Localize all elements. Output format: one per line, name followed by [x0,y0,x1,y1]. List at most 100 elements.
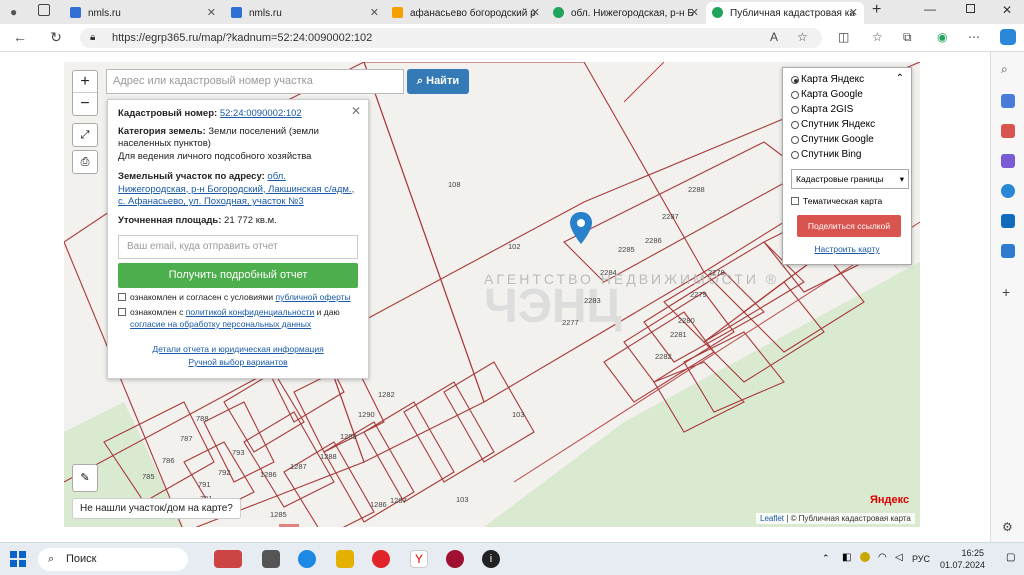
info-app-icon[interactable]: i [482,550,500,568]
offer-consent-checkbox-row[interactable]: ознакомлен и согласен с условиями публич… [118,291,358,303]
layer-option[interactable]: Спутник Bing [791,148,903,163]
tab-2[interactable]: nmls.ru ✕ [225,2,385,24]
tab-actions-icon[interactable] [38,4,50,16]
close-icon[interactable]: ✕ [351,104,361,118]
maximize-icon[interactable] [966,4,975,13]
details-row: Детали отчета и юридическая информация [118,344,358,354]
favorite-star-icon[interactable]: ☆ [797,30,808,44]
send-icon[interactable] [1001,244,1015,258]
close-tab-icon[interactable]: ✕ [531,6,540,19]
extension-icon[interactable]: ◉ [937,30,947,44]
layer-option[interactable]: Спутник Google [791,133,903,148]
address-search-input[interactable]: Адрес или кадастровый номер участка [106,69,404,94]
more-menu-icon[interactable]: ⋯ [968,30,980,44]
copilot-icon[interactable] [1000,29,1016,45]
data-processing-consent-link[interactable]: согласие на обработку персональных данны… [130,319,311,329]
site-favicon-icon [231,7,242,18]
radio-button[interactable] [791,106,799,114]
notification-icon[interactable]: ▢ [1006,552,1015,563]
print-icon[interactable]: ⎙ [72,150,98,174]
lock-icon[interactable]: 🔒︎ [90,28,95,48]
opera-gx-icon[interactable] [446,550,464,568]
tab-3[interactable]: афанасьево богородский р ✕ [386,2,546,24]
checkbox[interactable] [118,308,126,316]
tray-chevron-icon[interactable]: ⌃ [822,553,830,564]
checkbox[interactable] [791,197,799,205]
thematic-map-checkbox-row[interactable]: Тематическая карта [791,195,903,207]
manual-selection-link[interactable]: Ручной выбор вариантов [188,357,287,367]
read-aloud-icon[interactable]: A [770,30,778,44]
minimize-icon[interactable]: — [924,2,936,16]
task-view-icon[interactable] [262,550,280,568]
address-label: Земельный участок по адресу: [118,171,265,182]
games-icon[interactable] [1001,154,1015,168]
not-found-button[interactable]: Не нашли участок/дом на карте? [72,498,241,519]
widget-image-icon[interactable] [214,550,242,568]
split-screen-icon[interactable]: ◫ [838,30,849,44]
refresh-icon[interactable]: ↻ [46,29,66,46]
tab-4[interactable]: обл. Нижегородская, р-н Б ✕ [547,2,705,24]
close-tab-icon[interactable]: ✕ [370,6,379,19]
tray-app-icon-2[interactable] [860,552,870,562]
public-offer-link[interactable]: публичной оферты [276,292,351,302]
collections-icon[interactable]: ⧉ [903,30,912,45]
close-tab-icon[interactable]: ✕ [690,6,699,19]
volume-icon[interactable]: ◁ [895,552,903,563]
shopping-icon[interactable] [1001,124,1015,138]
outlook-icon[interactable] [1001,214,1015,228]
close-tab-icon[interactable]: ✕ [849,6,858,19]
back-icon[interactable]: ← [10,29,30,45]
cadastral-layer-select[interactable]: Кадастровые границы ▾ [791,169,909,189]
report-details-link[interactable]: Детали отчета и юридическая информация [152,344,323,354]
tray-app-icon[interactable]: ◧ [842,552,851,563]
radio-button[interactable] [791,136,799,144]
search-icon[interactable]: ⌕ [1001,62,1008,77]
privacy-consent-checkbox-row[interactable]: ознакомлен с политикой конфиденциальност… [118,306,358,330]
settings-gear-icon[interactable]: ⚙ [1002,520,1013,534]
cadastral-number-link[interactable]: 52:24:0090002:102 [220,108,302,119]
layer-option[interactable]: Карта 2GIS [791,103,903,118]
new-tab-icon[interactable]: + [872,1,881,19]
clock[interactable]: 16:25 01.07.2024 [940,547,985,571]
radio-button[interactable] [791,151,799,159]
email-input[interactable]: Ваш email, куда отправить отчет [118,235,358,259]
zoom-out-button[interactable]: − [73,93,97,115]
wifi-icon[interactable]: ◠ [878,552,887,563]
language-indicator[interactable]: РУС [912,554,930,564]
taskbar-search[interactable]: ⌕ Поиск [38,548,188,571]
find-button[interactable]: ⌕ Найти [407,69,469,94]
layer-option[interactable]: Спутник Яндекс [791,118,903,133]
windows-start-icon[interactable] [10,551,26,567]
file-explorer-icon[interactable] [336,550,354,568]
zoom-in-button[interactable]: + [73,71,97,93]
checkbox[interactable] [118,293,126,301]
share-link-button[interactable]: Поделиться ссылкой [797,215,901,237]
tab-5-active[interactable]: Публичная кадастровая ка ✕ [706,2,864,24]
location-marker-icon[interactable] [570,212,592,244]
yandex-browser-icon[interactable]: Y [410,550,428,568]
add-icon[interactable]: + [1002,284,1010,300]
edge-icon[interactable] [298,550,316,568]
configure-map-link[interactable]: Настроить карту [791,244,903,254]
leaflet-link[interactable]: Leaflet [760,514,784,523]
tab-1[interactable]: nmls.ru ✕ [64,2,222,24]
radio-button[interactable] [791,76,799,84]
layer-option[interactable]: Карта Google [791,88,903,103]
url-field[interactable]: 🔒︎ https://egrp365.ru/map/?kadnum=52:24:… [80,28,822,48]
parcel-number-label: 2284 [600,268,617,277]
layer-option[interactable]: Карта Яндекс [791,73,903,88]
close-tab-icon[interactable]: ✕ [207,6,216,19]
privacy-policy-link[interactable]: политикой конфиденциальности [186,307,315,317]
opera-icon[interactable] [372,550,390,568]
profile-icon[interactable]: ● [10,5,17,19]
ruler-icon[interactable]: ✎ [72,464,98,492]
discover-icon[interactable] [1001,94,1015,108]
radio-button[interactable] [791,121,799,129]
get-report-button[interactable]: Получить подробный отчет [118,263,358,288]
radio-button[interactable] [791,91,799,99]
favorites-icon[interactable]: ☆ [872,30,883,44]
tools-icon[interactable] [1001,184,1015,198]
close-window-icon[interactable]: ✕ [1002,3,1012,17]
fullscreen-icon[interactable]: ⤢ [72,123,98,147]
find-button-label: Найти [426,75,460,87]
